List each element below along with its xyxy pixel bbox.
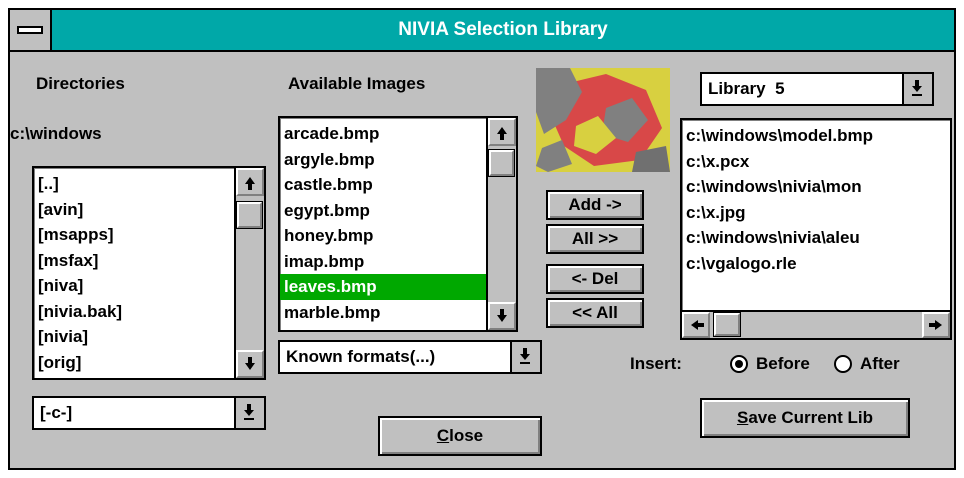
close-label: lose <box>449 426 484 445</box>
add-button[interactable]: Add -> <box>546 190 644 220</box>
directories-vertical-scrollbar[interactable] <box>234 168 264 378</box>
list-item[interactable]: [msfax] <box>34 248 234 274</box>
list-item[interactable]: c:\windows\model.bmp <box>682 123 950 149</box>
format-filter-dropdown[interactable]: Known formats(...) <box>278 340 542 374</box>
delete-button[interactable]: <- Del <box>546 264 644 294</box>
insert-label: Insert: <box>630 354 682 373</box>
images-vertical-scrollbar[interactable] <box>486 118 516 330</box>
nivia-selection-library-window: NIVIA Selection Library Directories c:\w… <box>8 8 956 470</box>
list-item[interactable]: imap.bmp <box>280 249 486 275</box>
available-images-label: Available Images <box>288 74 426 93</box>
save-label: ave Current Lib <box>748 408 874 427</box>
directories-listbox[interactable]: [..] [avin] [msapps] [msfax] [niva] [nivia.ba… <box>32 166 266 380</box>
scroll-down-button[interactable] <box>488 302 516 330</box>
right-arrow-icon <box>929 320 942 330</box>
list-item[interactable]: c:\windows\nivia\aleu <box>682 225 950 251</box>
list-item[interactable]: honey.bmp <box>280 223 486 249</box>
list-item[interactable]: [nivia] <box>34 324 234 350</box>
list-item[interactable]: [orig] <box>34 350 234 376</box>
down-arrow-icon <box>245 357 255 370</box>
save-mnemonic: S <box>736 408 749 427</box>
title-bar: NIVIA Selection Library <box>10 10 954 52</box>
delete-all-button[interactable]: << All <box>546 298 644 328</box>
insert-before-radio[interactable] <box>730 355 748 373</box>
scroll-up-button[interactable] <box>236 168 264 196</box>
list-item[interactable]: c:\vgalogo.rle <box>682 251 950 277</box>
dropdown-arrow-icon <box>244 404 254 420</box>
available-images-list: arcade.bmp argyle.bmp castle.bmp egypt.bmp h… <box>280 118 486 330</box>
library-dropdown[interactable]: Library 5 <box>700 72 934 106</box>
scroll-thumb[interactable] <box>488 149 515 177</box>
add-all-button[interactable]: All >> <box>546 224 644 254</box>
insert-before-label[interactable]: Before <box>756 354 810 374</box>
dropdown-arrow-icon <box>912 80 922 96</box>
directories-list: [..] [avin] [msapps] [msfax] [niva] [nivia.ba… <box>34 168 234 378</box>
image-preview <box>536 68 670 172</box>
directories-label: Directories <box>36 74 125 93</box>
format-filter-value: Known formats(...) <box>286 347 436 366</box>
list-item[interactable]: egypt.bmp <box>280 198 486 224</box>
library-value: Library 5 <box>708 79 785 98</box>
close-button[interactable]: Close <box>378 416 542 456</box>
current-path-label: c:\windows <box>10 124 102 143</box>
down-arrow-icon <box>497 309 507 322</box>
list-item[interactable]: argyle.bmp <box>280 147 486 173</box>
left-arrow-icon <box>690 320 704 330</box>
library-dropdown-button[interactable] <box>902 74 932 104</box>
list-item[interactable]: [niva] <box>34 273 234 299</box>
list-item[interactable]: [msapps] <box>34 222 234 248</box>
available-images-listbox[interactable]: arcade.bmp argyle.bmp castle.bmp egypt.bmp h… <box>278 116 518 332</box>
library-list: c:\windows\model.bmp c:\x.pcx c:\windows\n… <box>682 120 950 310</box>
insert-after-radio[interactable] <box>834 355 852 373</box>
drive-dropdown[interactable]: [-c-] <box>32 396 266 430</box>
list-item[interactable]: c:\x.jpg <box>682 200 950 226</box>
list-item[interactable]: arcade.bmp <box>280 121 486 147</box>
up-arrow-icon <box>245 176 255 190</box>
list-item[interactable]: leaves.bmp <box>280 274 486 300</box>
window-title: NIVIA Selection Library <box>398 19 608 40</box>
format-filter-dropdown-button[interactable] <box>510 342 540 372</box>
library-listbox[interactable]: c:\windows\model.bmp c:\x.pcx c:\windows\n… <box>680 118 952 340</box>
system-menu-icon <box>17 26 43 34</box>
save-current-lib-button[interactable]: Save Current Lib <box>700 398 910 438</box>
scroll-thumb[interactable] <box>236 201 263 229</box>
drive-dropdown-button[interactable] <box>234 398 264 428</box>
list-item[interactable]: castle.bmp <box>280 172 486 198</box>
scroll-thumb[interactable] <box>713 312 741 337</box>
list-item[interactable]: c:\x.pcx <box>682 149 950 175</box>
list-item[interactable]: [avin] <box>34 197 234 223</box>
scroll-down-button[interactable] <box>236 350 264 378</box>
library-horizontal-scrollbar[interactable] <box>682 310 950 338</box>
scroll-up-button[interactable] <box>488 118 516 146</box>
list-item[interactable]: c:\windows\nivia\mon <box>682 174 950 200</box>
scroll-left-button[interactable] <box>682 312 710 338</box>
list-item[interactable]: [..] <box>34 171 234 197</box>
list-item[interactable]: marble.bmp <box>280 300 486 326</box>
scroll-right-button[interactable] <box>922 312 950 338</box>
system-menu-button[interactable] <box>10 10 52 50</box>
list-item[interactable]: [nivia.bak] <box>34 299 234 325</box>
insert-after-label[interactable]: After <box>860 354 900 374</box>
dropdown-arrow-icon <box>520 348 530 364</box>
up-arrow-icon <box>497 126 507 140</box>
close-mnemonic: C <box>436 426 450 445</box>
drive-value: [-c-] <box>40 403 73 422</box>
